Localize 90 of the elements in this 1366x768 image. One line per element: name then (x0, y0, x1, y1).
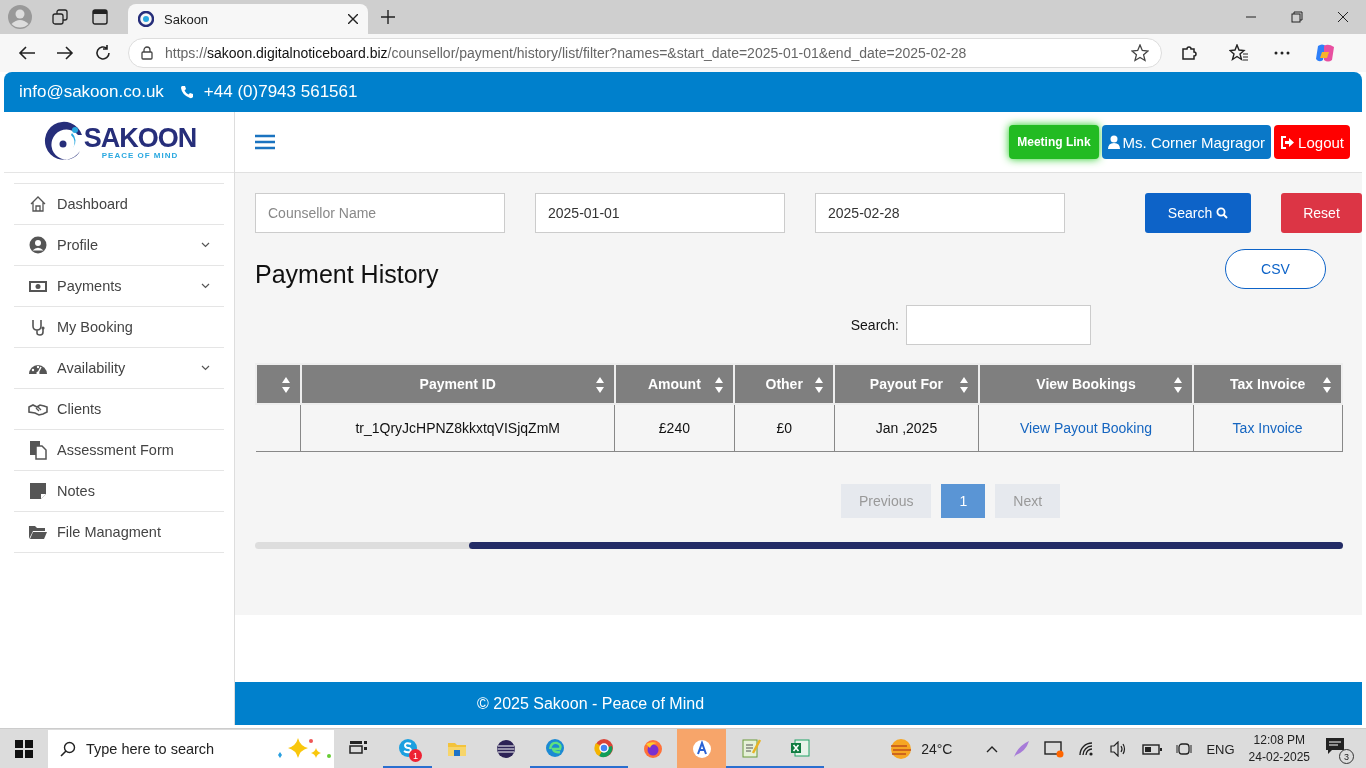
scrollbar[interactable] (255, 542, 1343, 549)
sidebar-item[interactable]: Payments (14, 265, 224, 306)
counsellor-name-field[interactable]: Counsellor Name (255, 193, 505, 233)
sort-icon[interactable] (959, 377, 968, 393)
app-icon (788, 736, 811, 759)
more-icon[interactable] (1274, 51, 1290, 55)
table-cell: tr_1QryJcHPNZ8kkxtqVISjqZmM (355, 420, 560, 436)
back-icon[interactable] (18, 45, 36, 61)
logout-icon (1280, 135, 1296, 149)
app-icon (592, 736, 615, 759)
column-header[interactable]: View Bookings (1036, 376, 1136, 392)
app-icon (543, 736, 566, 759)
sort-icon[interactable] (281, 377, 290, 393)
search-label: Search: (850, 317, 899, 333)
sort-icon[interactable] (1174, 377, 1183, 393)
browser-tab[interactable]: Sakoon (128, 4, 368, 34)
sidebar-item[interactable]: Dashboard (14, 183, 224, 224)
table-cell: £0 (776, 420, 792, 436)
battery-icon[interactable] (1142, 743, 1163, 755)
menu-item-icon (28, 440, 48, 460)
weather-text: 24°C (921, 741, 953, 757)
user-icon (1107, 135, 1120, 149)
address-bar[interactable]: https://sakoon.digitalnoticeboard.biz/counsellor/payment/history/list/filter?names=&start_date=2025-01-01&end_date=2025-02-28 (128, 38, 1162, 68)
windows-start-icon[interactable] (15, 740, 33, 758)
search-icon (1216, 207, 1229, 219)
app-icon (739, 736, 762, 759)
taskbar-search-field[interactable]: Type here to search (48, 730, 334, 768)
column-header[interactable]: Payment ID (419, 376, 496, 392)
table-cell: Jan ,2025 (875, 420, 938, 436)
menu-icon[interactable] (255, 134, 275, 150)
search-icon (60, 741, 76, 757)
reset-button[interactable]: Reset (1281, 193, 1362, 233)
table-cell: £240 (658, 420, 690, 436)
sidebar-item[interactable]: Clients (14, 388, 224, 429)
workspaces-icon[interactable] (52, 9, 68, 25)
app-icon (494, 738, 517, 760)
screen-icon[interactable] (1044, 740, 1065, 758)
table-search-field[interactable] (906, 305, 1091, 345)
start-date-field[interactable]: 2025-01-01 (535, 193, 785, 233)
app-icon (690, 738, 713, 760)
favorites-icon[interactable] (1229, 44, 1249, 62)
sidebar-item[interactable]: Assessment Form (14, 429, 224, 470)
menu-item-icon (28, 235, 48, 255)
sidebar-item[interactable]: My Booking (14, 306, 224, 347)
email-text: info@sakoon.co.uk (19, 82, 164, 102)
user-button[interactable]: Ms. Corner Magragor (1101, 125, 1272, 159)
new-tab-icon[interactable] (381, 10, 395, 24)
notification-badge: 1 (409, 749, 422, 762)
refresh-icon[interactable] (94, 44, 112, 62)
star-icon[interactable] (1131, 44, 1149, 62)
chevron-up-icon[interactable] (986, 745, 999, 753)
site-icon (138, 11, 154, 27)
menu-item-icon (28, 481, 48, 501)
sidebar-item[interactable]: Availability (14, 347, 224, 388)
column-header[interactable]: Other (765, 376, 803, 392)
footer-text: © 2025 Sakoon - Peace of Mind (477, 694, 705, 713)
forward-icon[interactable] (56, 45, 74, 61)
copilot-icon[interactable] (1314, 42, 1336, 64)
page-title: Payment History (255, 259, 439, 289)
search-button[interactable]: Search (1145, 193, 1251, 233)
tab-actions-icon[interactable] (92, 9, 108, 25)
extensions-icon[interactable] (1180, 44, 1198, 62)
logo-text: SAKOON (83, 124, 197, 151)
logout-button[interactable]: Logout (1274, 125, 1350, 159)
sidebar-item[interactable]: File Managment (14, 511, 224, 553)
close-icon[interactable] (348, 14, 358, 24)
clock[interactable]: 12:08 PM 24-02-2025 (1248, 732, 1310, 766)
sidebar-item[interactable]: Profile (14, 224, 224, 265)
phone-icon (179, 85, 194, 99)
app-icon (641, 738, 664, 760)
sidebar-item[interactable]: Notes (14, 470, 224, 511)
app-icon (396, 736, 419, 759)
language-indicator[interactable]: ENG (1206, 741, 1235, 757)
menu-item-icon (28, 194, 48, 214)
sort-icon[interactable] (815, 377, 824, 393)
sort-icon[interactable] (595, 377, 604, 393)
sort-icon[interactable] (1323, 377, 1331, 393)
phone-text: +44 (0)7943 561561 (203, 82, 358, 102)
csv-button[interactable]: CSV (1225, 249, 1326, 289)
table-link[interactable]: Tax Invoice (1232, 420, 1303, 436)
camera-icon[interactable] (1176, 740, 1193, 758)
page-button[interactable]: 1 (941, 484, 986, 518)
column-header[interactable]: Amount (647, 376, 701, 392)
sort-icon[interactable] (715, 377, 724, 393)
notifications-button[interactable]: 3 (1324, 734, 1354, 764)
taskbar-app[interactable]: 1 (383, 729, 432, 768)
end-date-field[interactable]: 2025-02-28 (815, 193, 1065, 233)
lock-icon (141, 46, 153, 60)
logo-tagline: PEACE OF MIND (101, 150, 179, 160)
weather-icon (889, 738, 914, 760)
